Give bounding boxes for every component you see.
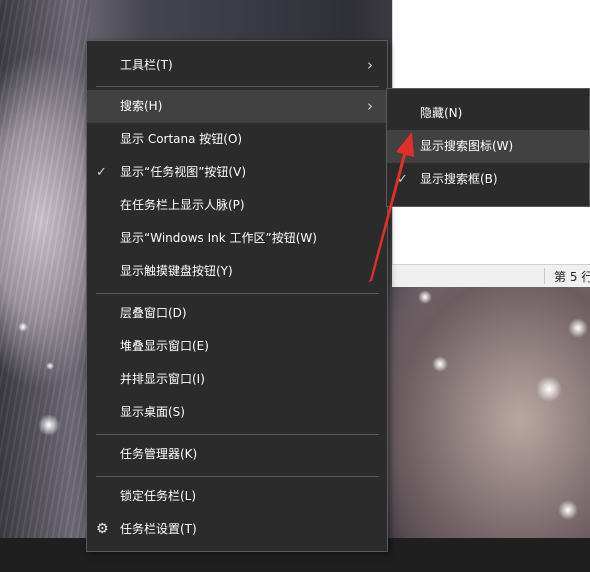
- menu-item-toolbars[interactable]: 工具栏(T) ›: [87, 49, 387, 82]
- sparkle: [558, 500, 578, 520]
- sparkle: [418, 290, 432, 304]
- checkmark-icon: ✓: [397, 172, 408, 187]
- document-status-bar: 第 5 行: [392, 264, 590, 287]
- background-photo-texture: [0, 0, 90, 540]
- submenu-item-show-search-icon[interactable]: 显示搜索图标(W): [387, 130, 589, 163]
- submenu-item-label: 隐藏(N): [420, 106, 463, 120]
- menu-item-label: 显示触摸键盘按钮(Y): [120, 264, 233, 278]
- menu-item-label: 层叠窗口(D): [120, 306, 187, 320]
- submenu-item-label: 显示搜索图标(W): [420, 139, 514, 153]
- gear-icon: ⚙: [96, 521, 109, 537]
- sparkle: [432, 356, 448, 372]
- menu-item-label: 并排显示窗口(I): [120, 372, 205, 386]
- menu-item-stack-windows[interactable]: 堆叠显示窗口(E): [87, 330, 387, 363]
- menu-item-show-touch-keyboard[interactable]: 显示触摸键盘按钮(Y): [87, 255, 387, 288]
- menu-item-label: 搜索(H): [120, 99, 163, 113]
- menu-item-task-manager[interactable]: 任务管理器(K): [87, 438, 387, 471]
- menu-item-label: 工具栏(T): [120, 58, 173, 72]
- menu-item-show-task-view[interactable]: ✓ 显示“任务视图”按钮(V): [87, 156, 387, 189]
- menu-item-show-cortana[interactable]: 显示 Cortana 按钮(O): [87, 123, 387, 156]
- menu-divider: [96, 86, 379, 87]
- menu-item-taskbar-settings[interactable]: ⚙ 任务栏设置(T): [87, 513, 387, 546]
- menu-item-label: 任务管理器(K): [120, 447, 198, 461]
- menu-item-label: 锁定任务栏(L): [120, 489, 197, 503]
- menu-divider: [96, 434, 379, 435]
- menu-item-show-windows-ink[interactable]: 显示“Windows Ink 工作区”按钮(W): [87, 222, 387, 255]
- menu-item-lock-taskbar[interactable]: 锁定任务栏(L): [87, 480, 387, 513]
- menu-divider: [96, 293, 379, 294]
- menu-item-cascade-windows[interactable]: 层叠窗口(D): [87, 297, 387, 330]
- taskbar-context-menu: 工具栏(T) › 搜索(H) › 显示 Cortana 按钮(O) ✓ 显示“任…: [86, 40, 388, 552]
- search-submenu: 隐藏(N) 显示搜索图标(W) ✓ 显示搜索框(B): [386, 88, 590, 207]
- menu-item-label: 显示桌面(S): [120, 405, 185, 419]
- submenu-item-label: 显示搜索框(B): [420, 172, 498, 186]
- checkmark-icon: ✓: [96, 165, 107, 180]
- menu-item-show-people[interactable]: 在任务栏上显示人脉(P): [87, 189, 387, 222]
- menu-item-search[interactable]: 搜索(H) ›: [87, 90, 387, 123]
- sparkle: [38, 414, 60, 436]
- sparkle: [536, 376, 562, 402]
- menu-item-label: 显示“任务视图”按钮(V): [120, 165, 247, 179]
- menu-item-label: 在任务栏上显示人脉(P): [120, 198, 245, 212]
- chevron-right-icon: ›: [367, 56, 373, 74]
- menu-item-label: 任务栏设置(T): [120, 522, 197, 536]
- sparkle: [568, 318, 588, 338]
- menu-item-show-desktop[interactable]: 显示桌面(S): [87, 396, 387, 429]
- status-separator: [544, 268, 545, 284]
- menu-item-label: 显示“Windows Ink 工作区”按钮(W): [120, 231, 317, 245]
- menu-item-side-by-side[interactable]: 并排显示窗口(I): [87, 363, 387, 396]
- sparkle: [18, 322, 28, 332]
- sparkle: [46, 362, 54, 370]
- line-indicator: 第 5 行: [554, 270, 590, 284]
- menu-divider: [96, 476, 379, 477]
- chevron-right-icon: ›: [367, 97, 373, 115]
- submenu-item-show-search-box[interactable]: ✓ 显示搜索框(B): [387, 163, 589, 196]
- menu-item-label: 显示 Cortana 按钮(O): [120, 132, 243, 146]
- submenu-item-hidden[interactable]: 隐藏(N): [387, 97, 589, 130]
- menu-item-label: 堆叠显示窗口(E): [120, 339, 209, 353]
